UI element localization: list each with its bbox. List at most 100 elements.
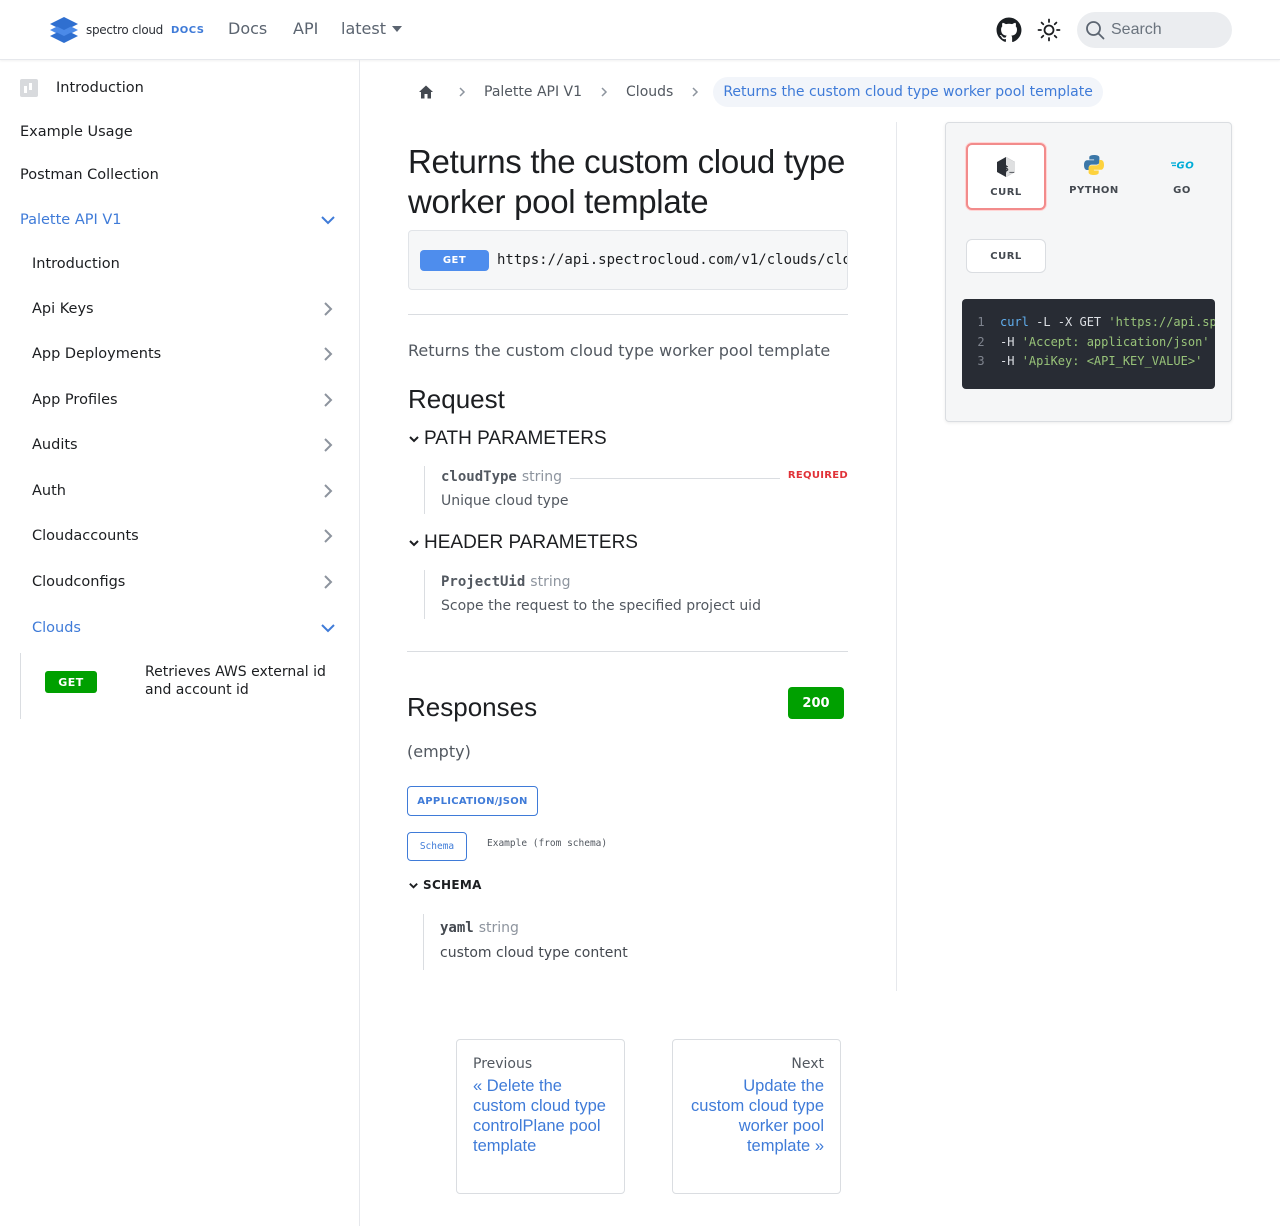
lang-tab-python[interactable]: PYTHON bbox=[1054, 143, 1134, 210]
sidebar-item-example-usage[interactable]: Example Usage bbox=[20, 114, 342, 150]
brand-name: spectro cloud bbox=[86, 23, 163, 37]
param-name: cloudType bbox=[441, 469, 517, 485]
responses-heading: Responses bbox=[407, 692, 538, 722]
code-token: 'https://api.spectrocloud.com/v1/clouds/… bbox=[1108, 315, 1215, 329]
go-icon: GO bbox=[1171, 161, 1195, 172]
chevron-right-icon[interactable] bbox=[320, 346, 336, 362]
code-sample-panel: $_ CURL PYTHON GO GO CURL 1 curl -L -X G… bbox=[945, 122, 1232, 422]
page-title: Returns the custom cloud type worker poo… bbox=[408, 143, 846, 220]
sidebar-item-audits[interactable]: Audits bbox=[32, 427, 342, 463]
schema-field-item: yaml string custom cloud type content bbox=[423, 914, 848, 970]
sidebar-item-cloudconfigs[interactable]: Cloudconfigs bbox=[32, 564, 342, 600]
sidebar-item-label: Clouds bbox=[32, 620, 81, 636]
sidebar-item-cloudaccounts[interactable]: Cloudaccounts bbox=[32, 518, 342, 554]
lang-tab-curl[interactable]: $_ CURL bbox=[966, 143, 1046, 210]
sidebar-item-auth[interactable]: Auth bbox=[32, 473, 342, 509]
version-dropdown[interactable]: latest bbox=[341, 19, 402, 38]
request-heading: Request bbox=[408, 384, 505, 414]
sidebar-item-app-profiles[interactable]: App Profiles bbox=[32, 382, 342, 418]
sidebar-item-palette-api-v1[interactable]: Palette API V1 bbox=[20, 202, 342, 238]
search-input[interactable] bbox=[1111, 21, 1221, 39]
path-params-heading: PATH PARAMETERS bbox=[424, 428, 607, 449]
spectro-logo-icon bbox=[50, 17, 78, 43]
chevron-right-icon[interactable] bbox=[320, 528, 336, 544]
pagination-next-label: Update the custom cloud type worker pool… bbox=[691, 1077, 824, 1155]
breadcrumb-item[interactable]: Clouds bbox=[622, 84, 677, 100]
chevron-right-icon[interactable] bbox=[320, 392, 336, 408]
python-icon bbox=[1084, 155, 1104, 175]
introduction-icon bbox=[20, 79, 38, 97]
github-icon[interactable] bbox=[996, 17, 1022, 43]
pagination-prev[interactable]: Previous « Delete the custom cloud type … bbox=[456, 1039, 625, 1194]
nav-docs-link[interactable]: Docs bbox=[228, 19, 267, 38]
sidebar-item-app-deployments[interactable]: App Deployments bbox=[32, 336, 342, 372]
search-box[interactable] bbox=[1077, 12, 1232, 48]
chevron-down-icon bbox=[409, 882, 418, 889]
endpoint-box: GET https://api.spectrocloud.com/v1/clou… bbox=[408, 230, 848, 290]
path-params-toggle[interactable]: PATH PARAMETERS bbox=[408, 428, 607, 450]
home-icon[interactable] bbox=[408, 76, 444, 108]
code-block[interactable]: 1 curl -L -X GET 'https://api.spectroclo… bbox=[962, 299, 1215, 389]
pagination-next[interactable]: Next Update the custom cloud type worker… bbox=[672, 1039, 841, 1194]
brand-link[interactable]: spectro cloud DOCS bbox=[48, 15, 205, 45]
sidebar-item-label: Cloudconfigs bbox=[32, 574, 126, 590]
sidebar-item-label: App Deployments bbox=[32, 346, 162, 362]
lang-label: PYTHON bbox=[1069, 185, 1119, 196]
status-code-tab[interactable]: 200 bbox=[788, 687, 844, 719]
header-params-heading: HEADER PARAMETERS bbox=[424, 532, 638, 553]
divider bbox=[408, 314, 848, 315]
sidebar-item-label: Postman Collection bbox=[20, 167, 159, 183]
example-tab[interactable]: Example (from schema) bbox=[487, 838, 607, 849]
divider bbox=[407, 651, 848, 652]
sidebar-endpoint-item[interactable]: GET Retrieves AWS external id and accoun… bbox=[20, 653, 340, 719]
line-number: 1 bbox=[977, 315, 985, 329]
param-description: Scope the request to the specified proje… bbox=[441, 598, 761, 614]
breadcrumb-item[interactable]: Palette API V1 bbox=[480, 84, 586, 100]
sidebar-endpoint-label: Retrieves AWS external id and account id bbox=[145, 664, 326, 698]
chevron-right-icon[interactable] bbox=[320, 574, 336, 590]
pagination-next-sublabel: Next bbox=[791, 1056, 824, 1072]
search-icon bbox=[1086, 21, 1105, 40]
header-params-toggle[interactable]: HEADER PARAMETERS bbox=[408, 532, 638, 554]
nav-api-link[interactable]: API bbox=[293, 19, 318, 38]
theme-toggle-sun-icon[interactable] bbox=[1037, 18, 1061, 42]
chevron-right-icon bbox=[459, 87, 466, 97]
svg-text:GO: GO bbox=[1177, 161, 1195, 172]
sidebar-item-postman-collection[interactable]: Postman Collection bbox=[20, 157, 342, 193]
sidebar-item-clouds[interactable]: Clouds bbox=[32, 610, 342, 646]
line-number: 2 bbox=[977, 334, 985, 349]
chevron-down-icon[interactable] bbox=[320, 212, 336, 228]
param-name: yaml bbox=[440, 920, 474, 936]
schema-tab[interactable]: Schema bbox=[407, 832, 467, 861]
chevron-right-icon[interactable] bbox=[320, 437, 336, 453]
lang-label: CURL bbox=[990, 187, 1022, 198]
chevron-down-icon[interactable] bbox=[320, 620, 336, 636]
endpoint-description: Returns the custom cloud type worker poo… bbox=[408, 341, 831, 360]
chevron-right-icon[interactable] bbox=[320, 301, 336, 317]
sidebar: Introduction Example Usage Postman Colle… bbox=[0, 60, 360, 1226]
param-name-row: yaml string bbox=[440, 920, 519, 936]
chevron-right-icon bbox=[601, 87, 608, 97]
code-token: 'ApiKey: <API_KEY_VALUE>' bbox=[1021, 354, 1203, 368]
sidebar-item-label: Example Usage bbox=[20, 124, 133, 140]
param-type: string bbox=[478, 920, 519, 936]
navbar: spectro cloud DOCS Docs API latest bbox=[0, 0, 1280, 60]
sidebar-item-label: Auth bbox=[32, 483, 66, 499]
mime-type-tab[interactable]: APPLICATION/JSON bbox=[407, 786, 538, 816]
schema-heading: SCHEMA bbox=[423, 878, 482, 892]
caret-down-icon bbox=[391, 25, 402, 32]
code-variant-tab[interactable]: CURL bbox=[966, 239, 1046, 273]
chevron-right-icon[interactable] bbox=[320, 483, 336, 499]
lang-tab-go[interactable]: GO GO bbox=[1142, 143, 1222, 210]
sidebar-item-v1-introduction[interactable]: Introduction bbox=[32, 246, 342, 282]
schema-toggle[interactable]: SCHEMA bbox=[408, 878, 482, 892]
param-type: string bbox=[521, 469, 563, 485]
sidebar-item-label: Palette API V1 bbox=[20, 212, 122, 228]
required-badge: REQUIRED bbox=[787, 470, 848, 481]
method-badge: GET bbox=[420, 249, 489, 271]
sidebar-item-introduction[interactable]: Introduction bbox=[20, 70, 342, 106]
sidebar-item-api-keys[interactable]: Api Keys bbox=[32, 291, 342, 327]
code-line: 3 -H 'ApiKey: <API_KEY_VALUE>' bbox=[962, 352, 1215, 372]
lang-label: GO bbox=[1173, 185, 1191, 196]
chevron-down-icon bbox=[409, 436, 419, 443]
